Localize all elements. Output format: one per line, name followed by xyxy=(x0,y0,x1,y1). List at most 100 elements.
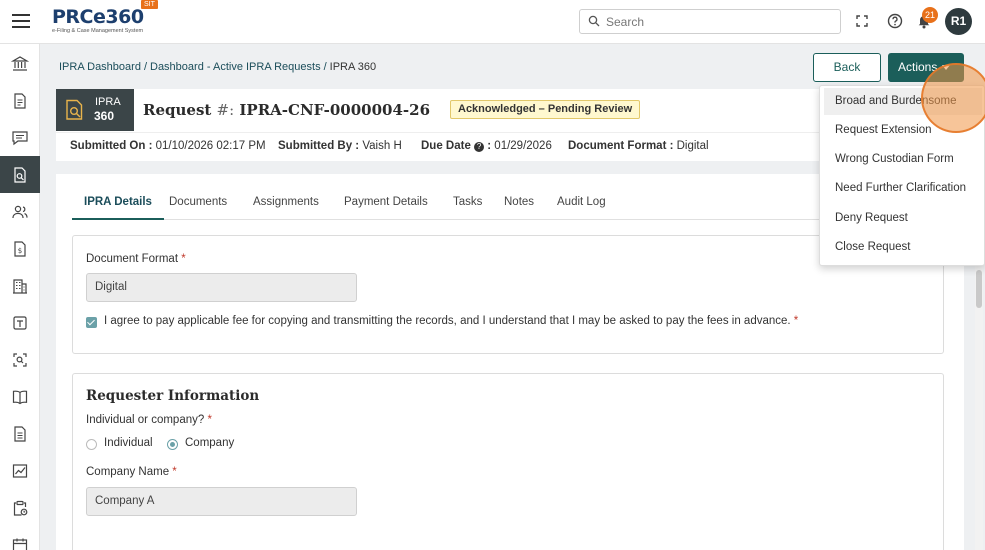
sidebar: $ xyxy=(0,44,40,550)
meta-submitted-by: Submitted By : Vaish H xyxy=(278,140,402,152)
agree-fee-label: I agree to pay applicable fee for copyin… xyxy=(104,315,799,327)
bank-icon xyxy=(11,56,29,71)
book-icon xyxy=(12,390,28,405)
sidebar-item-scan[interactable] xyxy=(0,341,40,378)
meta-due-date-label: Due Date xyxy=(421,140,471,152)
meta-submitted-by-value: Vaish H xyxy=(362,140,402,152)
tab-tasks[interactable]: Tasks xyxy=(453,196,482,220)
radio-company-label: Company xyxy=(185,437,235,449)
request-id: IPRA-CNF-0000004-26 xyxy=(234,101,431,119)
sidebar-item-reports[interactable] xyxy=(0,415,40,452)
scrollbar-thumb[interactable] xyxy=(976,270,982,308)
top-bar: PRCe360 e-Filing & Case Management Syste… xyxy=(0,0,985,44)
tile-line-2: 360 xyxy=(94,109,115,123)
env-badge: SIT xyxy=(141,0,158,9)
tab-notes[interactable]: Notes xyxy=(504,196,534,220)
document-icon xyxy=(14,93,26,109)
chat-icon xyxy=(12,131,28,146)
search-icon xyxy=(588,15,600,27)
meta-submitted-on-value: 01/10/2026 02:17 PM xyxy=(155,140,266,152)
search-input[interactable] xyxy=(606,13,834,30)
company-name-field[interactable]: Company A xyxy=(86,487,357,516)
report-icon xyxy=(14,426,26,442)
meta-submitted-on-label: Submitted On : xyxy=(70,140,153,152)
breadcrumb-ipra-dashboard[interactable]: IPRA Dashboard xyxy=(59,61,141,73)
document-search-icon xyxy=(14,167,26,183)
request-title-hash: #: xyxy=(216,101,235,119)
sidebar-item-calendar[interactable] xyxy=(0,526,40,550)
fullscreen-icon[interactable] xyxy=(853,12,871,30)
users-icon xyxy=(12,205,28,219)
menu-item-need-further-clarification[interactable]: Need Further Clarification xyxy=(824,175,982,202)
meta-doc-format-value: Digital xyxy=(676,140,709,152)
menu-item-close-request[interactable]: Close Request xyxy=(824,234,982,261)
notification-count-badge: 21 xyxy=(922,7,938,23)
breadcrumb: IPRA Dashboard / Dashboard - Active IPRA R… xyxy=(59,61,377,73)
requester-info-title: Requester Information xyxy=(86,388,260,404)
user-avatar[interactable]: R1 xyxy=(945,8,972,35)
meta-doc-format-label: Document Format : xyxy=(568,140,674,152)
breadcrumb-active-requests[interactable]: Dashboard - Active IPRA Requests xyxy=(150,61,321,73)
sidebar-item-ipra-search[interactable] xyxy=(0,156,40,193)
clipboard-clock-icon xyxy=(13,500,28,516)
logo-text: PRCe360 xyxy=(52,6,144,28)
meta-due-date-value: 01/29/2026 xyxy=(494,140,552,152)
calendar-icon xyxy=(12,538,28,550)
sidebar-item-institution[interactable] xyxy=(0,45,40,82)
document-format-panel: Document Format * Digital I agree to pay… xyxy=(72,235,944,354)
individual-or-company-label-text: Individual or company? xyxy=(86,414,205,426)
tab-documents[interactable]: Documents xyxy=(169,196,227,220)
meta-due-date: Due Date ? : 01/29/2026 xyxy=(421,140,552,152)
tab-payment-details[interactable]: Payment Details xyxy=(344,196,428,220)
document-format-field[interactable]: Digital xyxy=(86,273,357,302)
hamburger-menu-icon[interactable] xyxy=(12,14,30,28)
svg-text:$: $ xyxy=(18,247,22,255)
status-badge: Acknowledged – Pending Review xyxy=(450,100,641,119)
tab-assignments[interactable]: Assignments xyxy=(253,196,319,220)
sidebar-item-messages[interactable] xyxy=(0,119,40,156)
app-logo[interactable]: PRCe360 e-Filing & Case Management Syste… xyxy=(52,7,144,34)
template-icon xyxy=(13,316,27,330)
help-icon[interactable] xyxy=(886,12,904,30)
sidebar-item-analytics[interactable] xyxy=(0,452,40,489)
invoice-dollar-icon: $ xyxy=(14,241,26,257)
click-indicator xyxy=(921,63,985,133)
sidebar-item-library[interactable] xyxy=(0,378,40,415)
tab-ipra-details[interactable]: IPRA Details xyxy=(72,196,164,220)
meta-doc-format: Document Format : Digital xyxy=(568,140,709,152)
document-format-label-text: Document Format xyxy=(86,253,179,265)
menu-item-deny-request[interactable]: Deny Request xyxy=(824,205,982,232)
sidebar-item-agencies[interactable] xyxy=(0,267,40,304)
request-title: Request #: IPRA-CNF-0000004-26 xyxy=(143,101,430,119)
sidebar-item-tasks[interactable] xyxy=(0,489,40,526)
meta-submitted-on: Submitted On : 01/10/2026 02:17 PM xyxy=(70,140,266,152)
breadcrumb-current: IPRA 360 xyxy=(329,61,377,73)
company-name-label-text: Company Name xyxy=(86,466,170,478)
tile-line-1: IPRA xyxy=(95,96,121,108)
agree-fee-checkbox[interactable] xyxy=(86,317,97,328)
radio-company[interactable] xyxy=(167,439,178,450)
ipra-360-tile: IPRA 360 xyxy=(56,89,134,131)
document-format-label: Document Format * xyxy=(86,253,186,265)
tab-audit-log[interactable]: Audit Log xyxy=(557,196,606,220)
individual-or-company-label: Individual or company? * xyxy=(86,414,212,426)
chart-icon xyxy=(12,464,28,478)
request-title-prefix: Request xyxy=(143,101,217,119)
search-box[interactable] xyxy=(579,9,841,34)
radio-individual-label: Individual xyxy=(104,437,153,449)
back-button[interactable]: Back xyxy=(813,53,881,82)
radio-individual[interactable] xyxy=(86,439,97,450)
tab-bar: IPRA Details Documents Assignments Payme… xyxy=(72,192,944,220)
agree-fee-text: I agree to pay applicable fee for copyin… xyxy=(104,315,791,327)
sidebar-item-templates[interactable] xyxy=(0,304,40,341)
scan-search-icon xyxy=(13,353,27,367)
sidebar-item-users[interactable] xyxy=(0,193,40,230)
building-icon xyxy=(13,279,27,294)
page-scrollbar[interactable] xyxy=(975,262,983,550)
meta-submitted-by-label: Submitted By : xyxy=(278,140,360,152)
sidebar-item-documents[interactable] xyxy=(0,82,40,119)
question-circle-icon[interactable]: ? xyxy=(474,142,485,152)
sidebar-item-invoices[interactable]: $ xyxy=(0,230,40,267)
menu-item-wrong-custodian-form[interactable]: Wrong Custodian Form xyxy=(824,146,982,173)
logo-tagline: e-Filing & Case Management System xyxy=(52,28,144,34)
